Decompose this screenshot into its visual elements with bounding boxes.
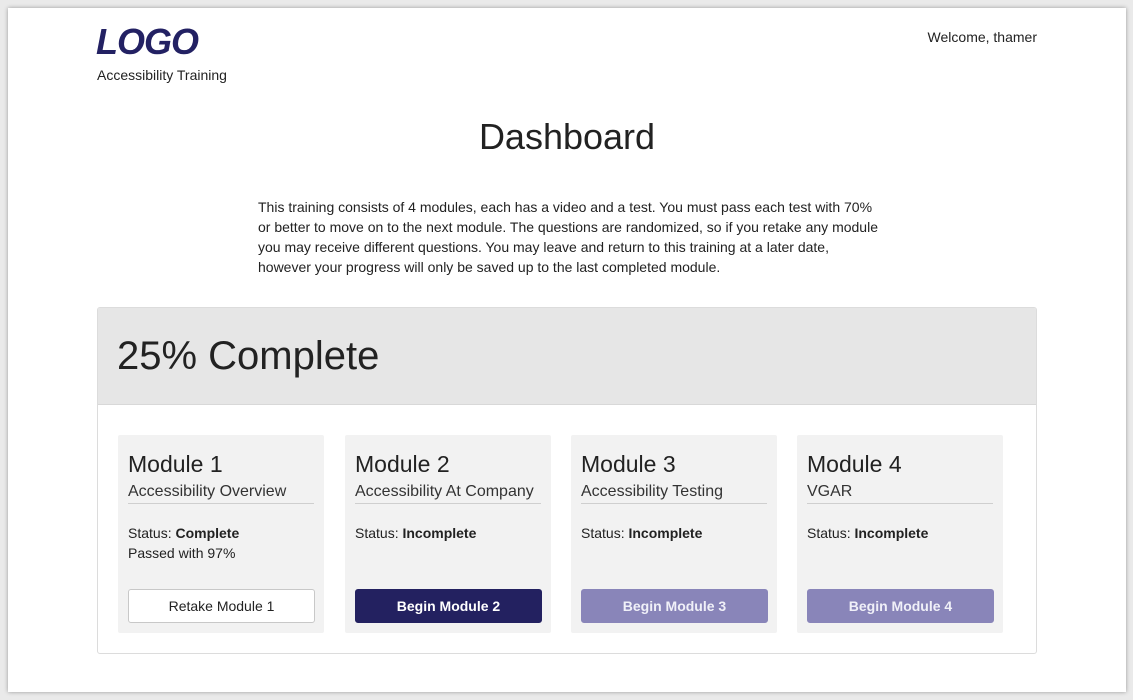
page: LOGO Accessibility Training Welcome, tha… <box>8 8 1126 692</box>
module-status: Status: Incomplete <box>355 525 476 541</box>
site-subtitle: Accessibility Training <box>97 67 227 83</box>
module-status: Status: Incomplete <box>581 525 702 541</box>
begin-module-4-button[interactable]: Begin Module 4 <box>807 589 994 623</box>
status-label: Status: <box>128 525 176 541</box>
status-label: Status: <box>355 525 403 541</box>
progress-panel: 25% Complete Module 1 Accessibility Over… <box>97 307 1037 654</box>
module-cards: Module 1 Accessibility Overview Status: … <box>118 435 1004 633</box>
module-title: Module 2 <box>355 451 450 477</box>
status-value: Incomplete <box>628 525 703 541</box>
module-card-1: Module 1 Accessibility Overview Status: … <box>118 435 324 633</box>
status-label: Status: <box>581 525 629 541</box>
page-title: Dashboard <box>478 116 656 157</box>
begin-module-3-button[interactable]: Begin Module 3 <box>581 589 768 623</box>
module-status: Status: Incomplete <box>807 525 928 541</box>
progress-header: 25% Complete <box>98 308 1036 405</box>
welcome-text: Welcome, thamer <box>927 29 1037 45</box>
module-card-4: Module 4 VGAR Status: Incomplete Begin M… <box>797 435 1003 633</box>
module-subtitle: Accessibility At Company <box>355 483 541 504</box>
module-title: Module 1 <box>128 451 223 477</box>
begin-module-2-button[interactable]: Begin Module 2 <box>355 589 542 623</box>
status-value: Incomplete <box>402 525 477 541</box>
module-status: Status: Complete <box>128 525 239 541</box>
module-subtitle: Accessibility Testing <box>581 483 767 504</box>
module-card-3: Module 3 Accessibility Testing Status: I… <box>571 435 777 633</box>
module-card-2: Module 2 Accessibility At Company Status… <box>345 435 551 633</box>
retake-module-1-button[interactable]: Retake Module 1 <box>128 589 315 623</box>
module-title: Module 4 <box>807 451 902 477</box>
status-value: Incomplete <box>854 525 929 541</box>
progress-label: 25% Complete <box>117 333 380 378</box>
intro-text: This training consists of 4 modules, eac… <box>258 199 878 275</box>
module-score-note: Passed with 97% <box>128 545 236 561</box>
module-subtitle: VGAR <box>807 483 993 504</box>
module-title: Module 3 <box>581 451 676 477</box>
module-subtitle: Accessibility Overview <box>128 483 314 504</box>
status-label: Status: <box>807 525 855 541</box>
logo[interactable]: LOGO <box>96 21 199 63</box>
status-value: Complete <box>175 525 240 541</box>
